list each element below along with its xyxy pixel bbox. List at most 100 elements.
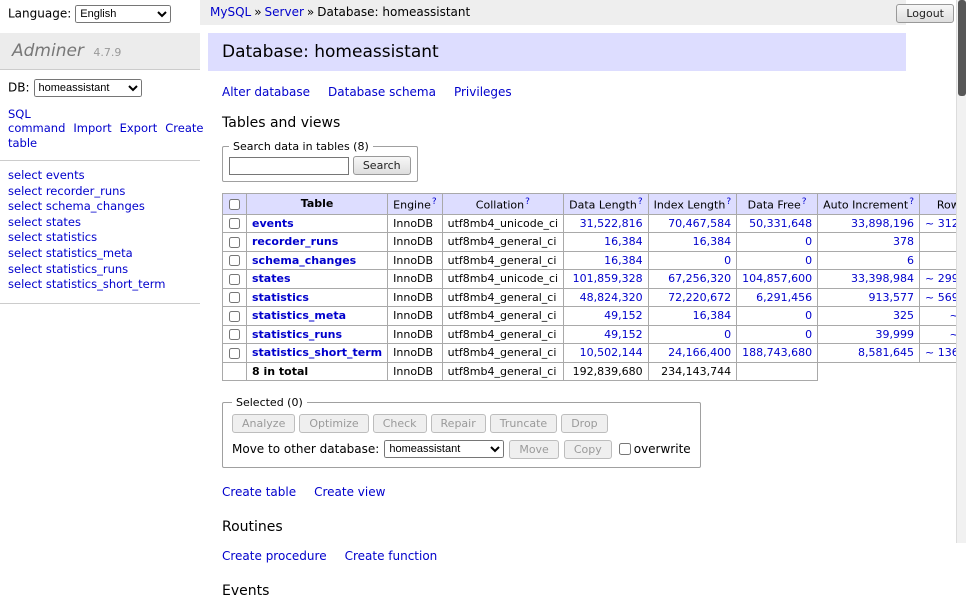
bulk-action-button[interactable]: Check — [373, 414, 427, 433]
data-free-link[interactable]: 0 — [805, 328, 812, 341]
index-length-link[interactable]: 0 — [724, 254, 731, 267]
table-name-link[interactable]: schema_changes — [252, 254, 356, 267]
db-nav-link[interactable]: Privileges — [454, 85, 512, 99]
auto-increment-link[interactable]: 325 — [893, 309, 914, 322]
sidebar-table-link[interactable]: select statistics_short_term — [8, 277, 192, 293]
sidebar-table-link[interactable]: select events — [8, 168, 192, 184]
auto-increment-link[interactable]: 6 — [907, 254, 914, 267]
sidebar-table-link[interactable]: select statistics_runs — [8, 262, 192, 278]
create-links: Create table Create view — [222, 485, 906, 499]
col-header-data-free-label: Data Free — [748, 199, 801, 212]
copy-button[interactable]: Copy — [564, 440, 612, 459]
table-row: events InnoDB utf8mb4_unicode_ci 31,522,… — [223, 214, 966, 233]
db-nav-link[interactable]: Database schema — [328, 85, 436, 99]
sidebar-action-link[interactable]: Import — [73, 121, 111, 135]
index-length-link[interactable]: 16,384 — [693, 309, 732, 322]
overwrite-label: overwrite — [634, 442, 691, 456]
scrollbar-thumb[interactable] — [958, 0, 966, 96]
search-input[interactable] — [229, 157, 349, 175]
collation-cell: utf8mb4_general_ci — [442, 344, 563, 363]
db-select[interactable]: homeassistant — [34, 79, 142, 97]
auto-increment-link[interactable]: 33,898,196 — [851, 217, 914, 230]
table-name-link[interactable]: statistics_short_term — [252, 346, 382, 359]
row-checkbox[interactable] — [229, 329, 240, 340]
auto-increment-link[interactable]: 39,999 — [876, 328, 915, 341]
auto-increment-link[interactable]: 378 — [893, 235, 914, 248]
table-name-link[interactable]: recorder_runs — [252, 235, 338, 248]
sidebar-table-link[interactable]: select statistics_meta — [8, 246, 192, 262]
auto-increment-link[interactable]: 33,398,984 — [851, 272, 914, 285]
tables-heading: Tables and views — [222, 115, 906, 131]
index-length-link[interactable]: 67,256,320 — [668, 272, 731, 285]
row-checkbox[interactable] — [229, 348, 240, 359]
sidebar-action-link[interactable]: SQL command — [8, 107, 65, 135]
data-length-link[interactable]: 16,384 — [604, 235, 643, 248]
index-length-link[interactable]: 24,166,400 — [668, 346, 731, 359]
data-length-link[interactable]: 31,522,816 — [580, 217, 643, 230]
bulk-action-button[interactable]: Analyze — [232, 414, 295, 433]
bulk-action-button[interactable]: Truncate — [490, 414, 557, 433]
search-button[interactable]: Search — [353, 156, 411, 175]
data-free-link[interactable]: 50,331,648 — [749, 217, 812, 230]
doc-link[interactable]: ? — [525, 197, 530, 207]
breadcrumb-mysql-link[interactable]: MySQL — [210, 5, 251, 19]
create-link[interactable]: Create view — [314, 485, 385, 499]
auto-increment-link[interactable]: 913,577 — [869, 291, 915, 304]
doc-link[interactable]: ? — [638, 197, 643, 207]
data-free-link[interactable]: 188,743,680 — [742, 346, 812, 359]
table-name-link[interactable]: states — [252, 272, 291, 285]
language-select[interactable]: English — [75, 5, 171, 23]
data-free-link[interactable]: 6,291,456 — [756, 291, 812, 304]
data-free-link[interactable]: 0 — [805, 254, 812, 267]
table-name-link[interactable]: statistics_runs — [252, 328, 342, 341]
bulk-action-button[interactable]: Optimize — [299, 414, 368, 433]
row-checkbox[interactable] — [229, 292, 240, 303]
select-all-checkbox[interactable] — [229, 199, 240, 210]
data-length-link[interactable]: 49,152 — [604, 328, 643, 341]
doc-link[interactable]: ? — [802, 197, 807, 207]
table-name-link[interactable]: statistics_meta — [252, 309, 346, 322]
auto-increment-link[interactable]: 8,581,645 — [858, 346, 914, 359]
sidebar-table-link[interactable]: select recorder_runs — [8, 184, 192, 200]
routine-link[interactable]: Create procedure — [222, 549, 327, 563]
data-length-link[interactable]: 101,859,328 — [573, 272, 643, 285]
row-checkbox[interactable] — [229, 311, 240, 322]
table-name-link[interactable]: statistics — [252, 291, 309, 304]
sidebar-table-link[interactable]: select schema_changes — [8, 199, 192, 215]
index-length-link[interactable]: 16,384 — [693, 235, 732, 248]
logout-button[interactable]: Logout — [896, 4, 954, 23]
data-free-link[interactable]: 0 — [805, 309, 812, 322]
data-length-link[interactable]: 49,152 — [604, 309, 643, 322]
data-free-link[interactable]: 104,857,600 — [742, 272, 812, 285]
index-length-link[interactable]: 72,220,672 — [668, 291, 731, 304]
move-database-select[interactable]: homeassistant — [384, 440, 504, 458]
scrollbar[interactable] — [956, 0, 966, 543]
create-link[interactable]: Create table — [222, 485, 296, 499]
doc-link[interactable]: ? — [909, 197, 914, 207]
data-length-link[interactable]: 48,824,320 — [580, 291, 643, 304]
adminer-brand-link[interactable]: Adminer — [12, 41, 84, 61]
total-label: 8 in total — [247, 362, 388, 380]
overwrite-checkbox[interactable] — [619, 443, 631, 455]
row-checkbox[interactable] — [229, 237, 240, 248]
table-name-link[interactable]: events — [252, 217, 294, 230]
data-free-link[interactable]: 0 — [805, 235, 812, 248]
row-checkbox[interactable] — [229, 274, 240, 285]
db-nav-link[interactable]: Alter database — [222, 85, 310, 99]
data-length-link[interactable]: 16,384 — [604, 254, 643, 267]
move-button[interactable]: Move — [509, 440, 559, 459]
bulk-action-button[interactable]: Drop — [561, 414, 607, 433]
routine-link[interactable]: Create function — [345, 549, 438, 563]
sidebar-table-link[interactable]: select states — [8, 215, 192, 231]
row-checkbox[interactable] — [229, 255, 240, 266]
index-length-link[interactable]: 70,467,584 — [668, 217, 731, 230]
data-length-link[interactable]: 10,502,144 — [580, 346, 643, 359]
doc-link[interactable]: ? — [726, 197, 731, 207]
doc-link[interactable]: ? — [432, 197, 437, 207]
sidebar-table-link[interactable]: select statistics — [8, 230, 192, 246]
bulk-action-button[interactable]: Repair — [431, 414, 486, 433]
index-length-link[interactable]: 0 — [724, 328, 731, 341]
sidebar-action-link[interactable]: Export — [120, 121, 158, 135]
row-checkbox[interactable] — [229, 218, 240, 229]
breadcrumb-server-link[interactable]: Server — [265, 5, 304, 19]
